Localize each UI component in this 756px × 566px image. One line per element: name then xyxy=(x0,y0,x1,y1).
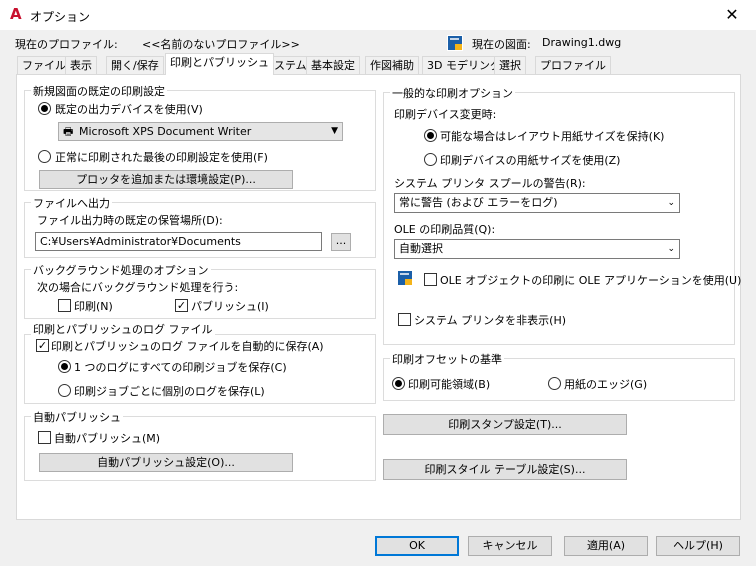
ole-quality-label: OLE の印刷品質(Q): xyxy=(394,223,496,236)
tab-user-preferences[interactable]: 基本設定 xyxy=(306,56,360,74)
spool-select[interactable]: 常に警告 (および エラーをログ) ⌄ xyxy=(394,193,680,213)
ole-app-label: OLE オブジェクトの印刷に OLE アプリケーションを使用(U) xyxy=(440,274,742,287)
default-plot-title: 新規図面の既定の印刷設定 xyxy=(31,83,167,99)
autopublish-settings-button[interactable]: 自動パブリッシュ設定(O)... xyxy=(39,453,293,472)
hide-printers-checkbox[interactable] xyxy=(398,313,411,326)
autocad-a-icon: A xyxy=(10,5,22,23)
printable-area-radio[interactable] xyxy=(392,377,405,390)
chevron-down-icon: ⌄ xyxy=(667,198,675,208)
default-device-radio[interactable] xyxy=(38,102,51,115)
device-change-label: 印刷デバイス変更時: xyxy=(394,108,497,121)
apply-button[interactable]: 適用(A) xyxy=(564,536,648,556)
background-plot-checkbox[interactable] xyxy=(58,299,71,312)
background-prompt: 次の場合にバックグラウンド処理を行う: xyxy=(37,281,239,294)
autopublish-checkbox[interactable] xyxy=(38,431,51,444)
paper-edge-radio[interactable] xyxy=(548,377,561,390)
add-plotter-button[interactable]: プロッタを追加または環境設定(P)... xyxy=(39,170,293,189)
drawing-file-icon xyxy=(447,35,463,54)
profile-value: <<名前のないプロファイル>> xyxy=(142,38,300,51)
plot-to-file-title: ファイルへ出力 xyxy=(31,195,112,211)
autopublish-label: 自動パブリッシュ(M) xyxy=(54,432,161,445)
log-title: 印刷とパブリッシュのログ ファイル xyxy=(31,321,215,337)
drawing-value: Drawing1.dwg xyxy=(542,36,622,49)
device-paper-label: 印刷デバイスの用紙サイズを使用(Z) xyxy=(440,154,621,167)
default-device-label: 既定の出力デバイスを使用(V) xyxy=(55,103,203,116)
tab-files[interactable]: ファイル xyxy=(17,56,71,74)
ok-button[interactable]: OK xyxy=(375,536,459,556)
device-select-value: Microsoft XPS Document Writer xyxy=(79,125,252,138)
ole-app-icon xyxy=(397,270,413,289)
keep-layout-paper-radio[interactable] xyxy=(424,129,437,142)
autopublish-title: 自動パブリッシュ xyxy=(31,409,123,425)
window-title: オプション xyxy=(30,10,91,24)
plot-stamp-button[interactable]: 印刷スタンプ設定(T)... xyxy=(383,414,627,435)
log-continuous-radio[interactable] xyxy=(58,360,71,373)
close-icon[interactable]: ✕ xyxy=(720,5,744,25)
drawing-label: 現在の図面: xyxy=(472,38,531,51)
general-title: 一般的な印刷オプション xyxy=(390,85,515,101)
ole-app-checkbox[interactable] xyxy=(424,273,437,286)
tab-profiles[interactable]: プロファイル xyxy=(535,56,611,74)
plot-style-table-button[interactable]: 印刷スタイル テーブル設定(S)... xyxy=(383,459,627,480)
tab-plot-publish[interactable]: 印刷とパブリッシュ xyxy=(165,53,274,75)
keep-layout-paper-label: 可能な場合はレイアウト用紙サイズを保持(K) xyxy=(440,130,665,143)
background-plot-label: 印刷(N) xyxy=(74,300,113,313)
ole-quality-select[interactable]: 自動選択 ⌄ xyxy=(394,239,680,259)
device-select[interactable]: 🖶 Microsoft XPS Document Writer ▼ xyxy=(58,122,343,141)
location-input[interactable]: C:¥Users¥Administrator¥Documents xyxy=(35,232,322,251)
log-autosave-label: 印刷とパブリッシュのログ ファイルを自動的に保存(A) xyxy=(51,340,324,353)
paper-edge-label: 用紙のエッジ(G) xyxy=(564,378,648,391)
log-per-plot-label: 印刷ジョブごとに個別のログを保存(L) xyxy=(74,385,265,398)
spool-select-value: 常に警告 (および エラーをログ) xyxy=(399,196,558,209)
tab-drafting[interactable]: 作図補助 xyxy=(365,56,419,74)
last-settings-label: 正常に印刷された最後の印刷設定を使用(F) xyxy=(55,151,268,164)
help-button[interactable]: ヘルプ(H) xyxy=(656,536,740,556)
log-per-plot-radio[interactable] xyxy=(58,384,71,397)
chevron-down-icon: ⌄ xyxy=(667,244,675,254)
tab-display[interactable]: 表示 xyxy=(65,56,97,74)
device-paper-radio[interactable] xyxy=(424,153,437,166)
offset-title: 印刷オフセットの基準 xyxy=(390,351,504,367)
printer-icon: 🖶 xyxy=(63,125,74,138)
log-autosave-checkbox[interactable]: ✓ xyxy=(36,339,49,352)
log-continuous-label: 1 つのログにすべての印刷ジョブを保存(C) xyxy=(74,361,287,374)
tab-open-save[interactable]: 開く/保存 xyxy=(106,56,164,74)
ole-quality-select-value: 自動選択 xyxy=(399,242,443,255)
spool-label: システム プリンタ スプールの警告(R): xyxy=(394,177,586,190)
printable-area-label: 印刷可能領域(B) xyxy=(408,378,491,391)
background-publish-checkbox[interactable]: ✓ xyxy=(175,299,188,312)
background-title: バックグラウンド処理のオプション xyxy=(31,262,211,278)
hide-printers-label: システム プリンタを非表示(H) xyxy=(414,314,567,327)
title-bar xyxy=(0,0,756,30)
location-label: ファイル出力時の既定の保管場所(D): xyxy=(37,214,223,227)
last-settings-radio[interactable] xyxy=(38,150,51,163)
profile-label: 現在のプロファイル: xyxy=(15,38,118,51)
background-publish-label: パブリッシュ(I) xyxy=(191,300,269,313)
tab-selection[interactable]: 選択 xyxy=(494,56,526,74)
cancel-button[interactable]: キャンセル xyxy=(468,536,552,556)
browse-button[interactable]: ... xyxy=(331,233,351,251)
chevron-down-icon: ▼ xyxy=(331,126,338,136)
